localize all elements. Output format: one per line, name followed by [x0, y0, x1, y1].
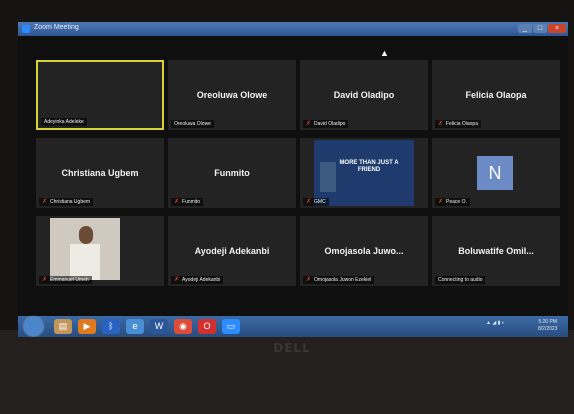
participant-name-label: GMC	[314, 199, 326, 205]
window-title: Zoom Meeting	[34, 24, 79, 31]
participant-name: Omojasola Juwo...	[324, 246, 404, 256]
muted-mic-icon: ✗	[306, 199, 312, 205]
participant-label: Adeyinka Adeleke	[41, 118, 87, 126]
maximize-button[interactable]: □	[533, 24, 547, 33]
opera-icon[interactable]: O	[198, 319, 216, 334]
muted-mic-icon: ✗	[438, 121, 444, 127]
participant-tile[interactable]: Funmito ✗ Funmito	[168, 138, 296, 208]
zoom-taskbar-icon[interactable]: ▭	[222, 319, 240, 334]
system-tray[interactable]: ▲ ◢ ▮ ◐	[486, 320, 505, 326]
minimize-button[interactable]: _	[518, 24, 532, 33]
participant-label: ✗ David Oladipo	[303, 120, 349, 128]
participant-tile[interactable]: Boluwatife Omil... Connecting to audio	[432, 216, 560, 286]
start-orb-icon[interactable]	[24, 317, 43, 336]
participant-label: ✗ Funmito	[171, 198, 204, 206]
participant-tile[interactable]: N ✗ Peace O.	[432, 138, 560, 208]
bluetooth-icon[interactable]: ᛒ	[102, 319, 120, 334]
participant-tile[interactable]: Omojasola Juwo... ✗ Omojasola Juwon Ezek…	[300, 216, 428, 286]
participant-face	[79, 226, 93, 244]
poster-photo	[320, 162, 336, 192]
meeting-toolbar-area	[18, 296, 568, 316]
participant-tile[interactable]: David Oladipo ✗ David Oladipo	[300, 60, 428, 130]
participant-name: Funmito	[214, 168, 250, 178]
muted-mic-icon: ✗	[42, 277, 48, 283]
participant-name-label: Christiana Ugbem	[50, 199, 91, 205]
participant-tile[interactable]: Oreoluwa Olowe Oreoluwa Olowe	[168, 60, 296, 130]
participant-tile[interactable]: Adeyinka Adeleke	[36, 60, 164, 130]
participant-name-label: Felicia Olaopa	[446, 121, 478, 127]
participant-tile[interactable]: MORE THAN JUST A FRIEND ✗ GMC	[300, 138, 428, 208]
chrome-icon[interactable]: ◉	[174, 319, 192, 334]
taskbar-clock[interactable]: 5:20 PM 8/2/2023	[538, 319, 557, 333]
muted-mic-icon: ✗	[306, 121, 312, 127]
participant-tile[interactable]: Christiana Ugbem ✗ Christiana Ugbem	[36, 138, 164, 208]
participant-label: ✗ Peace O.	[435, 198, 470, 206]
participant-name: David Oladipo	[333, 90, 395, 100]
windows-taskbar: ▤ ▶ ᛒ e W ◉ O ▭ ▲ ◢ ▮ ◐ 5:20 PM 8/2/2023	[18, 316, 568, 337]
participant-label: Connecting to audio	[435, 276, 486, 284]
clock-date: 8/2/2023	[538, 326, 558, 332]
participant-name: Boluwatife Omil...	[458, 246, 534, 256]
mouse-cursor-icon: ▲	[380, 48, 389, 58]
participant-name-label: Connecting to audio	[438, 277, 483, 283]
internet-explorer-icon[interactable]: e	[126, 319, 144, 334]
muted-mic-icon: ✗	[174, 277, 180, 283]
zoom-app-icon	[22, 25, 30, 33]
participant-label: ✗ Christiana Ugbem	[39, 198, 94, 206]
participant-name-label: Oreoluwa Olowe	[174, 121, 211, 127]
participant-label: ✗ Omojasola Juwon Ezekiel	[303, 276, 375, 284]
participant-name-label: David Oladipo	[314, 121, 346, 127]
participant-name-label: Omojasola Juwon Ezekiel	[314, 277, 372, 283]
file-explorer-icon[interactable]: ▤	[54, 319, 72, 334]
participant-name-label: Adeyinka Adeleke	[44, 119, 84, 125]
participant-tile[interactable]: ✗ Emmanuel Umeh	[36, 216, 164, 286]
word-icon[interactable]: W	[150, 319, 168, 334]
participant-name: Ayodeji Adekanbi	[194, 246, 270, 256]
close-button[interactable]: ×	[548, 24, 566, 33]
participant-name-label: Emmanuel Umeh	[50, 277, 89, 283]
participant-label: ✗ GMC	[303, 198, 329, 206]
participant-video	[50, 218, 120, 280]
participant-body	[70, 244, 100, 280]
participant-label: ✗ Emmanuel Umeh	[39, 276, 92, 284]
participant-tile[interactable]: Felicia Olaopa ✗ Felicia Olaopa	[432, 60, 560, 130]
participant-name-label: Peace O.	[446, 199, 467, 205]
participant-name-label: Funmito	[182, 199, 201, 205]
video-grid: Adeyinka Adeleke Oreoluwa Olowe Oreoluwa…	[34, 58, 561, 296]
clock-time: 5:20 PM	[538, 319, 558, 325]
muted-mic-icon: ✗	[174, 199, 180, 205]
muted-mic-icon: ✗	[42, 199, 48, 205]
brand-logo: DELL	[273, 341, 311, 355]
media-player-icon[interactable]: ▶	[78, 319, 96, 334]
window-titlebar: Zoom Meeting _ □ ×	[18, 22, 568, 36]
participant-label: Oreoluwa Olowe	[171, 120, 214, 128]
participant-label: ✗ Ayodeji Adekanbi	[171, 276, 224, 284]
participant-name: Felicia Olaopa	[465, 90, 527, 100]
participant-name: Oreoluwa Olowe	[196, 90, 268, 100]
participant-name: Christiana Ugbem	[61, 168, 139, 178]
avatar: N	[477, 156, 513, 190]
poster-headline: MORE THAN JUST A FRIEND	[339, 160, 399, 173]
participant-name-label: Ayodeji Adekanbi	[182, 277, 221, 283]
participant-label: ✗ Felicia Olaopa	[435, 120, 481, 128]
muted-mic-icon: ✗	[438, 199, 444, 205]
shared-poster-image: MORE THAN JUST A FRIEND	[314, 140, 414, 206]
laptop-screen: Zoom Meeting _ □ × ▲ Adeyinka Adeleke Or…	[18, 22, 568, 337]
participant-tile[interactable]: Ayodeji Adekanbi ✗ Ayodeji Adekanbi	[168, 216, 296, 286]
muted-mic-icon: ✗	[306, 277, 312, 283]
